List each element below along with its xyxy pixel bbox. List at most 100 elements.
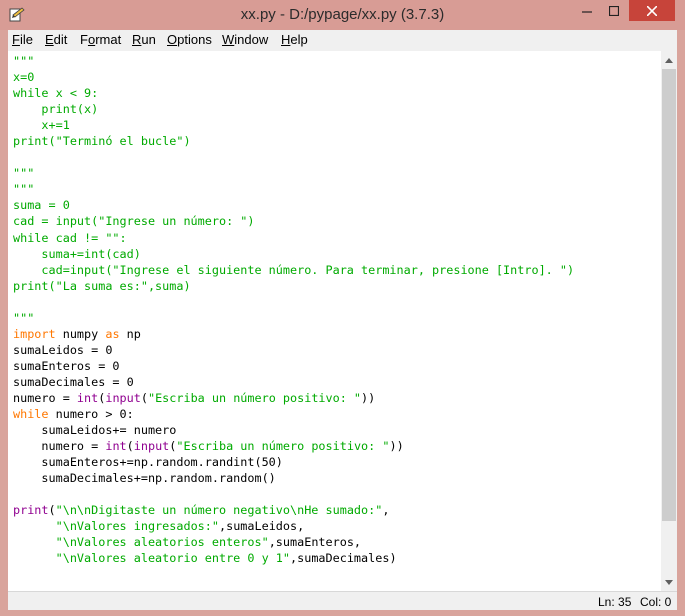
code-line: sumaEnteros = 0	[13, 358, 574, 374]
code-token: "Escriba un número positivo: "	[176, 439, 390, 454]
code-token: ))	[389, 439, 404, 454]
code-token: x=0	[13, 70, 35, 85]
code-line: sumaDecimales = 0	[13, 374, 574, 390]
maximize-button[interactable]	[600, 0, 627, 21]
code-line: numero = int(input("Escriba un número po…	[13, 438, 574, 454]
code-token: "\nValores aleatorio entre 0 y 1"	[55, 551, 291, 566]
code-token: """	[13, 182, 35, 197]
menu-help[interactable]: Help	[281, 32, 308, 47]
idle-editor-window: xx.py - D:/pypage/xx.py (3.7.3) File Edi…	[0, 0, 685, 616]
code-line: sumaEnteros+=np.random.randint(50)	[13, 454, 574, 470]
code-token: (	[140, 390, 148, 405]
code-token: sumaLeidos+= numero	[13, 423, 177, 438]
minimize-button[interactable]	[573, 0, 600, 21]
code-line: sumaLeidos = 0	[13, 342, 574, 358]
code-token: while	[13, 407, 49, 422]
code-line: "\nValores ingresados:",sumaLeidos,	[13, 518, 574, 534]
menu-window[interactable]: Window	[222, 32, 268, 47]
code-token: while x < 9:	[13, 86, 99, 101]
code-token: ,sumaDecimales)	[290, 551, 397, 566]
code-token: sumaDecimales+=np.random.random()	[13, 471, 276, 486]
code-token: input	[133, 439, 170, 454]
code-token: sumaEnteros = 0	[13, 358, 120, 373]
menu-format[interactable]: Format	[80, 32, 121, 47]
code-token: input	[105, 390, 141, 405]
code-line: suma = 0	[13, 197, 574, 213]
arrow-up-icon	[665, 57, 673, 63]
code-line: numero = int(input("Escriba un número po…	[13, 390, 574, 406]
close-icon	[647, 5, 657, 16]
vertical-scrollbar[interactable]	[661, 51, 677, 591]
code-token: sumaEnteros+=np.random.randint(50)	[13, 455, 283, 470]
code-line: cad = input("Ingrese un número: ")	[13, 213, 574, 229]
code-line: x+=1	[13, 117, 574, 133]
line-number: Ln: 35	[598, 595, 632, 609]
code-token: int	[76, 390, 99, 405]
maximize-icon	[608, 5, 619, 16]
window-bottom-border	[0, 610, 685, 616]
code-line: sumaDecimales+=np.random.random()	[13, 470, 574, 486]
code-token: print("Terminó el bucle")	[13, 134, 191, 149]
code-line: print(x)	[13, 101, 574, 117]
menu-run[interactable]: Run	[132, 32, 156, 47]
code-token: ,sumaEnteros,	[268, 535, 362, 550]
code-token: ))	[361, 390, 376, 405]
code-line: x=0	[13, 69, 574, 85]
code-line: "\nValores aleatorio entre 0 y 1",sumaDe…	[13, 550, 574, 566]
code-line: print("\n\nDigitaste un número negativo\…	[13, 502, 574, 518]
code-line: while cad != "":	[13, 230, 574, 246]
code-token: ,sumaLeidos,	[218, 519, 305, 534]
menu-file[interactable]: File	[12, 32, 33, 47]
code-token: x+=1	[13, 118, 70, 133]
code-editor[interactable]: """ x=0 while x < 9: print(x) x+=1 print("T…	[8, 51, 661, 591]
code-token: print("La suma es:",suma)	[13, 278, 191, 293]
code-token: "Escriba un número positivo: "	[147, 390, 362, 405]
code-line: import numpy as np	[13, 326, 574, 342]
code-token: ,	[382, 503, 390, 518]
code-token: """	[13, 310, 35, 325]
code-line: print("Terminó el bucle")	[13, 133, 574, 149]
code-token: (	[126, 439, 134, 454]
code-token: suma = 0	[13, 198, 70, 213]
code-line: while numero > 0:	[13, 406, 574, 422]
menu-edit[interactable]: Edit	[45, 32, 67, 47]
scroll-down-button[interactable]	[661, 574, 677, 591]
column-number: Col: 0	[640, 595, 672, 609]
scroll-up-button[interactable]	[661, 51, 677, 68]
code-line: cad=input("Ingrese el siguiente número. …	[13, 262, 574, 278]
code-token: suma+=int(cad)	[13, 246, 141, 261]
code-token: np	[119, 326, 141, 341]
title-bar[interactable]: xx.py - D:/pypage/xx.py (3.7.3)	[0, 0, 685, 30]
code-token: numpy	[55, 326, 106, 341]
close-button[interactable]	[629, 0, 675, 21]
code-token: "\nValores ingresados:"	[55, 519, 219, 534]
code-token: (	[48, 503, 56, 518]
arrow-down-icon	[665, 579, 673, 585]
status-bar: Ln: 35 Col: 0	[8, 591, 677, 611]
code-token: numero =	[13, 390, 77, 405]
code-token: import	[13, 326, 56, 341]
code-text[interactable]: """ x=0 while x < 9: print(x) x+=1 print("T…	[13, 53, 574, 567]
code-token: "\n\nDigitaste un número negativo\nHe su…	[55, 503, 383, 518]
code-token: while cad != "":	[13, 230, 127, 245]
code-line: sumaLeidos+= numero	[13, 422, 574, 438]
code-token: print(x)	[13, 102, 99, 117]
code-token: sumaDecimales = 0	[13, 374, 134, 389]
minimize-icon	[581, 10, 592, 13]
code-token: """	[13, 166, 35, 181]
code-token: """	[13, 54, 35, 68]
menu-options[interactable]: Options	[167, 32, 212, 47]
code-token: numero =	[13, 439, 106, 454]
code-line: suma+=int(cad)	[13, 246, 574, 262]
code-token: cad = input("Ingrese un número: ")	[13, 214, 255, 229]
code-token: as	[105, 326, 120, 341]
code-token: int	[105, 439, 127, 454]
code-line: """	[13, 165, 574, 181]
scroll-thumb[interactable]	[662, 69, 676, 521]
code-token: sumaLeidos = 0	[13, 342, 113, 357]
